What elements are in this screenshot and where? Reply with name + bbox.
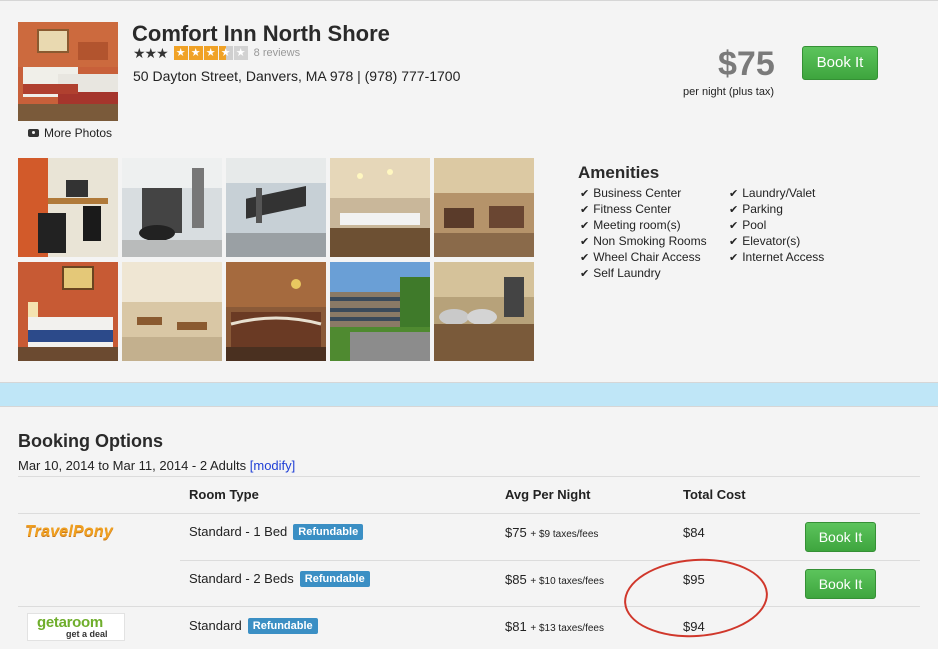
refundable-badge: Refundable bbox=[299, 571, 370, 587]
lobby-lounge-photo[interactable] bbox=[434, 158, 534, 257]
amenity-item: ✔ Non Smoking Rooms bbox=[580, 234, 707, 248]
total-cost-cell: $84 bbox=[683, 525, 705, 540]
refundable-badge: Refundable bbox=[247, 618, 318, 634]
photo-gallery bbox=[18, 158, 534, 362]
avg-price-cell: $85 + $10 taxes/fees bbox=[505, 572, 604, 587]
divider bbox=[18, 513, 920, 514]
amenity-item: ✔ Internet Access bbox=[729, 250, 825, 264]
amenity-item: ✔ Laundry/Valet bbox=[729, 186, 816, 200]
fee-note: + $10 taxes/fees bbox=[530, 576, 604, 587]
divider bbox=[18, 606, 920, 607]
more-photos-label: More Photos bbox=[44, 126, 113, 140]
avg-price-cell: $81 + $13 taxes/fees bbox=[505, 619, 604, 634]
amenity-item: ✔ Wheel Chair Access bbox=[580, 250, 701, 264]
divider bbox=[18, 476, 920, 477]
business-center-photo[interactable] bbox=[18, 158, 118, 257]
check-icon: ✔ bbox=[580, 252, 590, 264]
getaroom-logo-tagline: get a deal bbox=[66, 629, 108, 639]
price-note: per night (plus tax) bbox=[683, 86, 775, 98]
breakfast-buffet-photo[interactable] bbox=[434, 262, 534, 361]
amenity-item: ✔ Parking bbox=[729, 202, 783, 216]
half-star-icon: ★ bbox=[218, 46, 233, 60]
empty-star-icon: ★ bbox=[233, 46, 248, 60]
check-icon: ✔ bbox=[580, 220, 590, 232]
check-icon: ✔ bbox=[729, 220, 739, 232]
star-icon: ★ bbox=[203, 46, 218, 60]
star-icon: ★ bbox=[173, 46, 188, 60]
booking-options-title: Booking Options bbox=[18, 431, 163, 451]
avg-price-cell: $75 + $9 taxes/fees bbox=[505, 525, 599, 540]
check-icon: ✔ bbox=[580, 188, 590, 200]
check-icon: ✔ bbox=[580, 236, 590, 248]
hotel-main-photo[interactable] bbox=[18, 22, 118, 121]
getaroom-logo[interactable]: getaroom get a deal bbox=[27, 613, 125, 641]
amenity-item: ✔ Fitness Center bbox=[580, 202, 672, 216]
meeting-room-photo[interactable] bbox=[330, 158, 430, 257]
total-cost-cell: $95 bbox=[683, 572, 705, 587]
amenity-item: ✔ Meeting room(s) bbox=[580, 218, 681, 232]
check-icon: ✔ bbox=[580, 204, 590, 216]
amenity-item: ✔ Pool bbox=[729, 218, 767, 232]
amenities-title: Amenities bbox=[578, 163, 660, 182]
amenity-item: ✔ Elevator(s) bbox=[729, 234, 801, 248]
amenity-item: ✔ Business Center bbox=[580, 186, 682, 200]
avg-per-night-header: Avg Per Night bbox=[505, 487, 591, 502]
amenities-column-2: ✔ Laundry/Valet ✔ Parking ✔ Pool ✔ Elevator(… bbox=[729, 186, 824, 266]
fee-note: + $13 taxes/fees bbox=[530, 623, 604, 634]
divider bbox=[180, 560, 920, 561]
guest-room-photo[interactable] bbox=[18, 262, 118, 361]
total-cost-header: Total Cost bbox=[683, 487, 746, 502]
amenities-column-1: ✔ Business Center ✔ Fitness Center ✔ Meetin… bbox=[580, 186, 707, 282]
booking-options-card: Booking Options Mar 10, 2014 to Mar 11, … bbox=[0, 406, 938, 649]
fee-note: + $9 taxes/fees bbox=[530, 529, 599, 540]
stay-dates: Mar 10, 2014 to Mar 11, 2014 - 2 Adults bbox=[18, 458, 247, 473]
hotel-card: More Photos Comfort Inn North Shore ★★★ … bbox=[0, 0, 938, 383]
room-type-header: Room Type bbox=[189, 487, 259, 502]
check-icon: ✔ bbox=[729, 252, 739, 264]
refundable-badge: Refundable bbox=[293, 524, 364, 540]
fitness-bikes-photo[interactable] bbox=[122, 158, 222, 257]
check-icon: ✔ bbox=[729, 188, 739, 200]
breakfast-room-photo[interactable] bbox=[122, 262, 222, 361]
check-icon: ✔ bbox=[580, 268, 590, 280]
review-count[interactable]: 8 reviews bbox=[254, 47, 300, 59]
row-book-it-button[interactable]: Book It bbox=[805, 569, 876, 599]
front-desk-photo[interactable] bbox=[226, 262, 326, 361]
exterior-photo[interactable] bbox=[330, 262, 430, 361]
star-icon: ★ bbox=[188, 46, 203, 60]
travelpony-logo[interactable]: TravelPony bbox=[25, 523, 113, 541]
row-book-it-button[interactable]: Book It bbox=[805, 522, 876, 552]
hotel-class-stars: ★★★ bbox=[133, 44, 169, 61]
rating-row: ★★★ ★ ★ ★ ★ ★ 8 reviews bbox=[133, 45, 300, 61]
amenity-item: ✔ Self Laundry bbox=[580, 266, 661, 280]
more-photos-link[interactable]: More Photos bbox=[28, 126, 112, 140]
room-type-cell: Standard Refundable bbox=[189, 618, 318, 634]
booking-dates: Mar 10, 2014 to Mar 11, 2014 - 2 Adults … bbox=[18, 458, 295, 473]
camera-icon bbox=[28, 129, 39, 137]
nightly-price: $75 bbox=[718, 45, 775, 83]
fitness-treadmill-photo[interactable] bbox=[226, 158, 326, 257]
hotel-address: 50 Dayton Street, Danvers, MA 978 | (978… bbox=[133, 68, 461, 84]
hotel-name: Comfort Inn North Shore bbox=[132, 21, 390, 46]
room-type-cell: Standard - 2 Beds Refundable bbox=[189, 571, 370, 587]
room-type-cell: Standard - 1 Bed Refundable bbox=[189, 524, 364, 540]
review-rating-stars: ★ ★ ★ ★ ★ bbox=[173, 46, 248, 60]
total-cost-cell: $94 bbox=[683, 619, 705, 634]
modify-link[interactable]: [modify] bbox=[250, 458, 296, 473]
check-icon: ✔ bbox=[729, 204, 739, 216]
book-it-button[interactable]: Book It bbox=[802, 46, 878, 80]
check-icon: ✔ bbox=[729, 236, 739, 248]
